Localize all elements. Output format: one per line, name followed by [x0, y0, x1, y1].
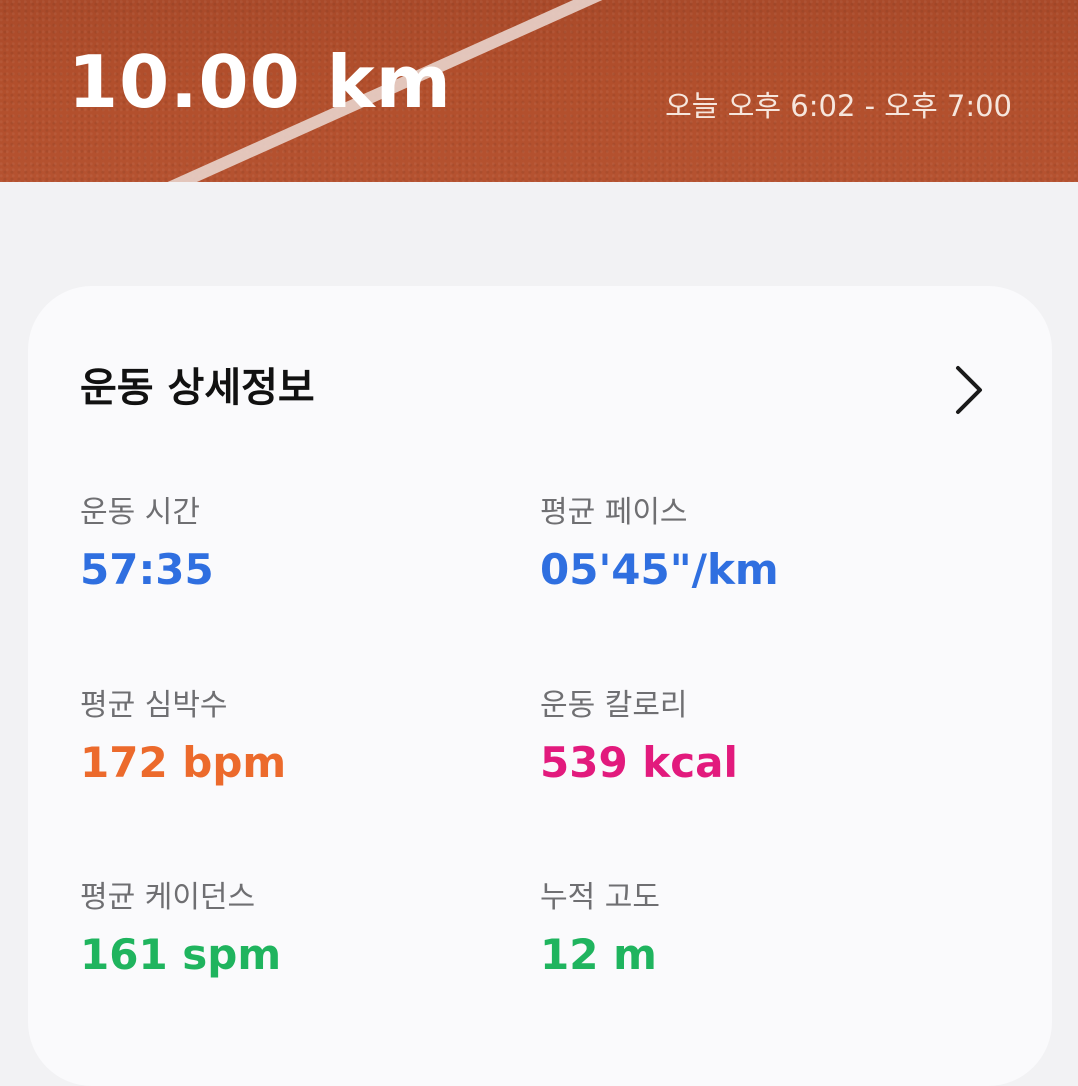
chevron-right-icon[interactable] — [948, 362, 988, 418]
stat-average-pace: 평균 페이스 05'45"/km — [540, 494, 980, 596]
total-distance: 10.00 km — [68, 40, 452, 124]
workout-details-card: 운동 상세정보 운동 시간 57:35 평균 페이스 05'45"/km 평균 … — [28, 286, 1052, 1086]
stat-label: 운동 칼로리 — [540, 688, 688, 723]
workout-time-range: 오늘 오후 6:02 - 오후 7:00 — [665, 89, 1012, 123]
stat-value: 57:35 — [80, 545, 214, 594]
stat-value: 172 bpm — [80, 738, 287, 787]
stat-average-heart-rate: 평균 심박수 172 bpm — [80, 687, 520, 789]
stat-label: 평균 페이스 — [540, 495, 688, 530]
stat-value: 539 kcal — [540, 738, 738, 787]
stat-label: 평균 심박수 — [80, 688, 228, 723]
card-title: 운동 상세정보 — [80, 365, 315, 411]
stat-value: 161 spm — [80, 930, 282, 979]
workout-header-banner: 10.00 km 오늘 오후 6:02 - 오후 7:00 — [0, 0, 1078, 182]
stat-label: 누적 고도 — [540, 880, 660, 915]
stat-workout-time: 운동 시간 57:35 — [80, 494, 520, 596]
stat-value: 12 m — [540, 930, 657, 979]
stat-label: 평균 케이던스 — [80, 880, 256, 915]
stat-calories: 운동 칼로리 539 kcal — [540, 687, 980, 789]
stat-label: 운동 시간 — [80, 495, 200, 530]
stat-value: 05'45"/km — [540, 545, 779, 594]
stat-elevation-gain: 누적 고도 12 m — [540, 879, 980, 981]
stat-average-cadence: 평균 케이던스 161 spm — [80, 879, 520, 981]
